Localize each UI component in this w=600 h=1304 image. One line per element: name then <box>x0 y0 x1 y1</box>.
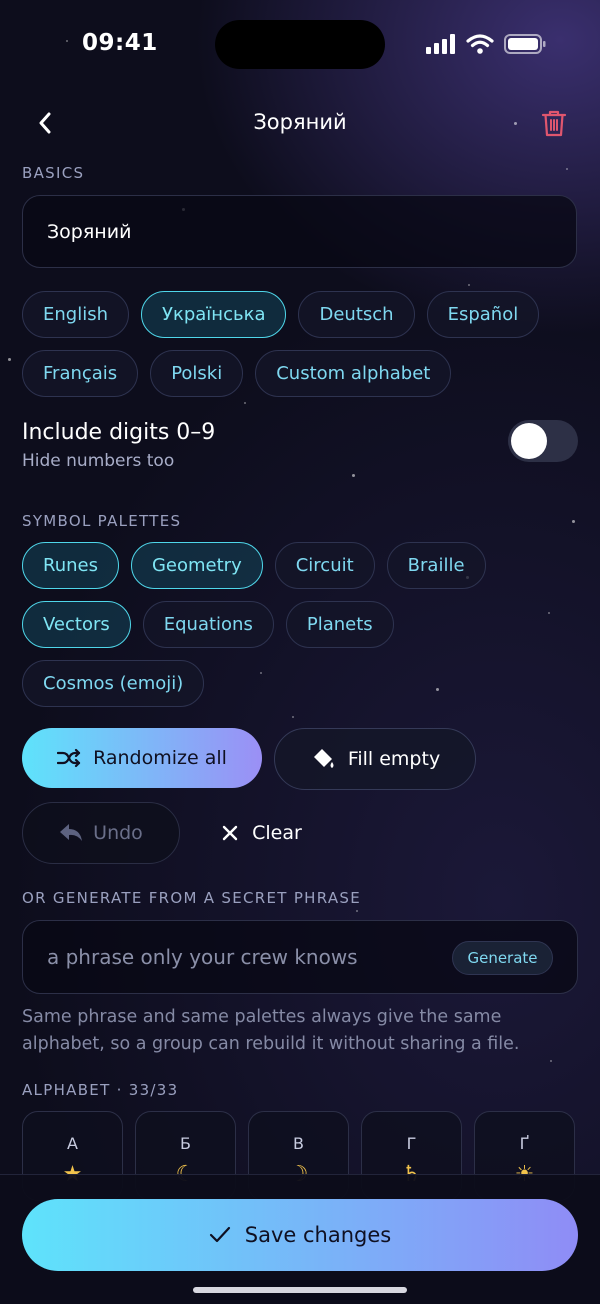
undo-arrow-icon <box>60 824 83 841</box>
clear-label: Clear <box>252 822 302 844</box>
secret-phrase-box: Generate <box>22 920 578 994</box>
page-title: Зоряний <box>253 110 347 134</box>
palette-chip-planets[interactable]: Planets <box>285 601 394 648</box>
include-digits-subtitle: Hide numbers too <box>22 451 175 471</box>
palette-chip-geometry[interactable]: Geometry <box>130 542 263 589</box>
secret-phrase-label: OR GENERATE FROM A SECRET PHRASE <box>22 889 362 907</box>
randomize-all-label: Randomize all <box>93 747 227 769</box>
trash-icon <box>541 110 567 137</box>
fill-empty-label: Fill empty <box>347 748 441 770</box>
language-chip-german[interactable]: Deutsch <box>298 291 415 338</box>
shuffle-icon <box>57 748 81 768</box>
language-chips: English Українська Deutsch Español Franç… <box>22 291 582 397</box>
undo-button[interactable]: Undo <box>22 802 180 864</box>
include-digits-title: Include digits 0–9 <box>22 420 216 445</box>
language-chip-polish[interactable]: Polski <box>150 350 244 397</box>
clear-button[interactable]: Clear <box>202 802 322 864</box>
dynamic-island <box>215 20 385 69</box>
paint-bucket-icon <box>313 749 334 768</box>
letter-char: Ґ <box>519 1134 530 1153</box>
delete-button[interactable] <box>538 106 570 140</box>
fill-empty-button[interactable]: Fill empty <box>274 728 476 790</box>
randomize-all-button[interactable]: Randomize all <box>22 728 262 788</box>
battery-icon <box>504 34 546 54</box>
language-chip-custom[interactable]: Custom alphabet <box>255 350 452 397</box>
save-changes-label: Save changes <box>244 1223 392 1247</box>
language-chip-ukrainian[interactable]: Українська <box>141 291 287 338</box>
status-time: 09:41 <box>82 30 158 56</box>
undo-label: Undo <box>93 822 143 844</box>
wifi-icon <box>466 34 494 54</box>
palette-chips: Runes Geometry Circuit Braille Vectors E… <box>22 542 582 707</box>
bottom-action-bar: Save changes <box>0 1174 600 1304</box>
alphabet-section-label: ALPHABET · 33/33 <box>22 1081 179 1099</box>
language-chip-english[interactable]: English <box>22 291 129 338</box>
secret-phrase-help: Same phrase and same palettes always giv… <box>22 1007 520 1054</box>
letter-char: Г <box>406 1134 417 1153</box>
palette-chip-vectors[interactable]: Vectors <box>22 601 131 648</box>
palette-chip-runes[interactable]: Runes <box>22 542 119 589</box>
palette-chip-circuit[interactable]: Circuit <box>274 542 375 589</box>
nav-bar: Зоряний <box>0 100 600 148</box>
letter-char: А <box>67 1134 78 1153</box>
palette-chip-cosmos[interactable]: Cosmos (emoji) <box>22 660 205 707</box>
letter-char: Б <box>180 1134 191 1153</box>
close-icon <box>222 825 238 841</box>
toggle-knob <box>511 423 547 459</box>
primary-actions: Randomize all Fill empty <box>22 728 476 790</box>
palette-chip-equations[interactable]: Equations <box>142 601 274 648</box>
cellular-signal-icon <box>426 34 455 54</box>
include-digits-toggle[interactable] <box>508 420 578 462</box>
status-bar: 09:41 <box>0 0 600 90</box>
checkmark-icon <box>209 1226 230 1243</box>
secondary-actions: Undo Clear <box>22 802 322 864</box>
status-icons <box>426 34 546 54</box>
home-indicator <box>193 1287 407 1293</box>
save-changes-button[interactable]: Save changes <box>22 1199 578 1271</box>
basics-section-label: BASICS <box>22 164 85 182</box>
letter-char: В <box>293 1134 304 1153</box>
language-chip-french[interactable]: Français <box>22 350 139 397</box>
alphabet-name-input[interactable] <box>22 195 577 268</box>
symbol-palettes-label: SYMBOL PALETTES <box>22 512 182 530</box>
include-digits-row: Include digits 0–9 Hide numbers too <box>22 420 578 480</box>
palette-chip-braille[interactable]: Braille <box>386 542 486 589</box>
secret-phrase-input[interactable] <box>23 921 443 993</box>
language-chip-spanish[interactable]: Español <box>426 291 540 338</box>
generate-button[interactable]: Generate <box>452 941 553 975</box>
